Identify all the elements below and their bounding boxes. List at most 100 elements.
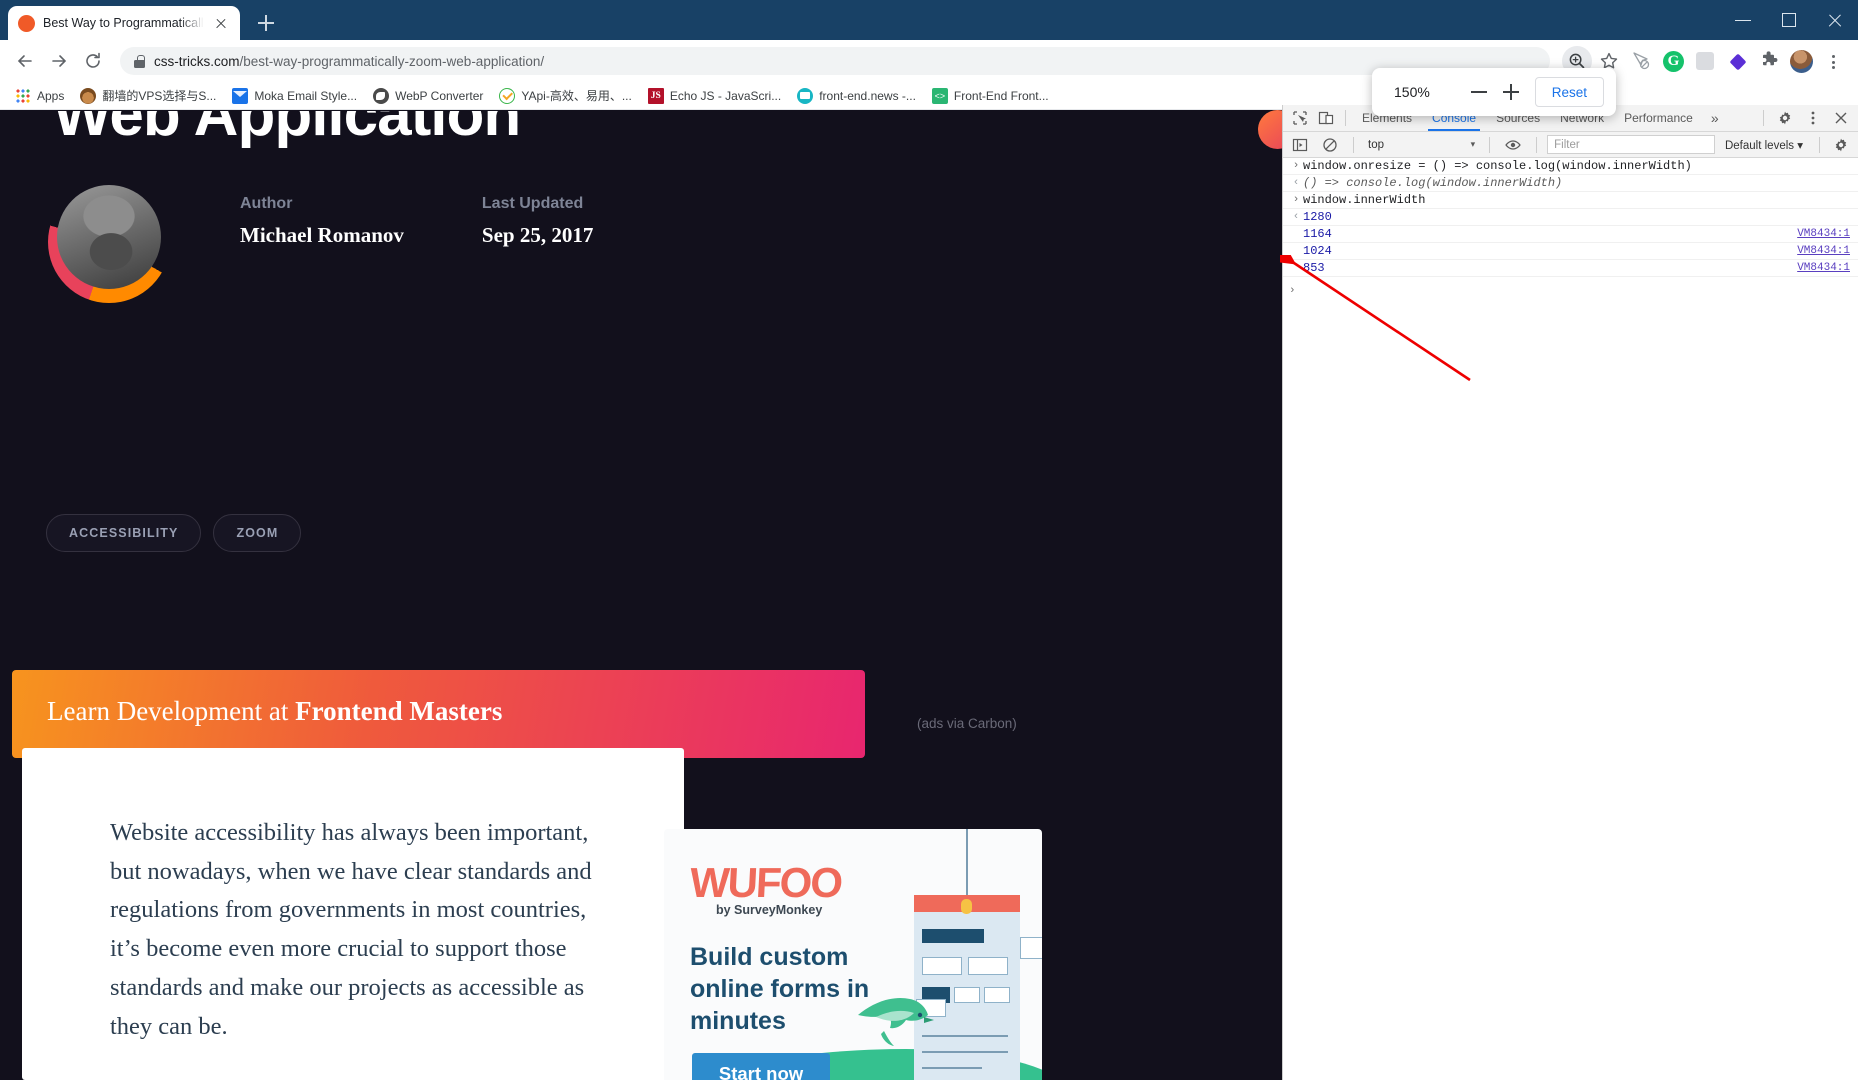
console-line-text: 1164 (1303, 227, 1332, 241)
bookmark-item-yapi[interactable]: YApi-高效、易用、... (492, 84, 638, 107)
console-prompt-caret: › (1289, 285, 1296, 297)
console-line[interactable]: 1164 VM8434:1 (1283, 226, 1858, 243)
apps-grid-icon (15, 87, 31, 104)
console-line-text: 1280 (1303, 210, 1332, 224)
vps-icon (80, 87, 97, 104)
tab-performance[interactable]: Performance (1614, 106, 1703, 131)
carbon-ad-wufoo[interactable]: WUFOO by SurveyMonkey Build custom onlin… (664, 829, 1042, 1080)
live-expression-eye-icon[interactable] (1500, 133, 1526, 157)
ad-form-field (954, 987, 980, 1003)
clear-console-icon[interactable] (1317, 133, 1343, 157)
divider (1763, 110, 1764, 126)
webp-icon (373, 87, 390, 104)
js-icon: JS (647, 87, 664, 104)
frontend-masters-banner[interactable]: Learn Development at Frontend Masters (12, 670, 865, 758)
diamond-extension-icon[interactable] (1722, 46, 1752, 76)
ad-wire-decoration (966, 829, 968, 905)
more-tabs-chevron-icon[interactable]: » (1703, 110, 1727, 126)
chrome-menu-kebab-icon[interactable] (1818, 46, 1848, 76)
page-title: Web Application (53, 111, 521, 149)
console-line[interactable]: ‹ () => console.log(window.innerWidth) (1283, 175, 1858, 192)
css-tricks-star-icon (18, 14, 35, 32)
bookmark-item-webp[interactable]: WebP Converter (366, 85, 490, 107)
address-bar-url: css-tricks.com/best-way-programmatically… (154, 54, 544, 69)
zoom-popup: 150% Reset (1372, 68, 1616, 116)
bookmark-item-echojs[interactable]: JS Echo JS - JavaScri... (641, 85, 788, 107)
author-avatar (48, 181, 170, 303)
forward-arrow-icon[interactable] (44, 46, 74, 76)
console-line[interactable]: ‹ 1280 (1283, 209, 1858, 226)
mail-icon (232, 87, 249, 104)
ad-cta-button[interactable]: Start now (692, 1053, 830, 1080)
console-line[interactable]: › window.innerWidth (1283, 192, 1858, 209)
bookmark-label: Moka Email Style... (254, 88, 358, 103)
console-filter-input[interactable]: Filter (1547, 135, 1715, 154)
profile-avatar-icon[interactable] (1786, 46, 1816, 76)
console-filter-placeholder: Filter (1554, 138, 1580, 151)
close-icon[interactable] (1812, 0, 1858, 40)
updated-block: Last Updated Sep 25, 2017 (482, 195, 593, 303)
banner-brand: Frontend Masters (295, 696, 503, 726)
console-line[interactable]: 1024 VM8434:1 (1283, 243, 1858, 260)
console-levels-dropdown[interactable]: Default levels ▾ (1719, 138, 1809, 152)
puzzle-extensions-icon[interactable] (1754, 46, 1784, 76)
chevron-down-icon: ▾ (1470, 139, 1476, 149)
bookmark-item-frontendnews[interactable]: front-end.news -... (790, 85, 923, 107)
carbon-ads-note: (ads via Carbon) (917, 716, 1017, 731)
banner-text: Learn Development at Frontend Masters (47, 696, 502, 727)
new-tab-button[interactable] (252, 9, 280, 37)
wufoo-sublogo: by SurveyMonkey (716, 903, 823, 917)
console-output[interactable]: › window.onresize = () => console.log(wi… (1283, 158, 1858, 301)
bookmark-label: YApi-高效、易用、... (521, 89, 632, 103)
ad-form-field (968, 957, 1008, 975)
bookmark-item-frontendfront[interactable]: <> Front-End Front... (925, 85, 1056, 107)
devtools-panel: Elements Console Sources Network Perform… (1282, 105, 1858, 1080)
inspect-element-icon[interactable] (1287, 106, 1313, 130)
tag-zoom[interactable]: ZOOM (213, 514, 302, 552)
bookmark-item-apps[interactable]: Apps (8, 85, 71, 107)
zoom-out-button[interactable] (1463, 76, 1495, 108)
grid-extension-icon[interactable] (1690, 46, 1720, 76)
back-arrow-icon[interactable] (10, 46, 40, 76)
last-updated-value: Sep 25, 2017 (481, 223, 594, 247)
maximize-icon[interactable] (1766, 0, 1812, 40)
console-line-text: 853 (1303, 261, 1325, 275)
reload-icon[interactable] (78, 46, 108, 76)
console-source-link[interactable]: VM8434:1 (1797, 245, 1850, 257)
zoom-reset-button[interactable]: Reset (1534, 77, 1604, 107)
gear-icon[interactable] (1828, 133, 1854, 157)
console-result-caret: ‹ (1292, 211, 1300, 223)
browser-tab[interactable]: Best Way to Programmatically (8, 6, 240, 40)
bookmark-item-moka[interactable]: Moka Email Style... (225, 85, 364, 107)
bookmark-label: Apps (37, 88, 65, 103)
divider (1345, 110, 1346, 126)
console-context-selector[interactable]: top ▾ (1364, 135, 1479, 154)
close-icon[interactable] (212, 14, 230, 32)
console-source-link[interactable]: VM8434:1 (1797, 262, 1850, 274)
bookmark-label: Echo JS - JavaScri... (669, 88, 782, 103)
article-content-card: Website accessibility has always been im… (22, 748, 684, 1080)
bookmark-label: 翻墙的VPS选择与S... (102, 89, 217, 103)
grammarly-extension-icon[interactable]: G (1658, 46, 1688, 76)
zoom-in-button[interactable] (1495, 76, 1527, 108)
address-bar[interactable]: css-tricks.com/best-way-programmatically… (120, 47, 1550, 75)
gear-icon[interactable] (1772, 106, 1798, 130)
kebab-icon[interactable] (1800, 106, 1826, 130)
console-context-value: top (1368, 138, 1384, 151)
close-icon[interactable] (1828, 106, 1854, 130)
bookmark-item-vps[interactable]: 翻墙的VPS选择与S... (73, 84, 223, 107)
frontend-news-icon (797, 87, 814, 104)
console-line[interactable]: 853 VM8434:1 (1283, 260, 1858, 277)
tag-accessibility[interactable]: ACCESSIBILITY (46, 514, 202, 552)
url-path: /best-way-programmatically-zoom-web-appl… (239, 53, 545, 69)
console-source-link[interactable]: VM8434:1 (1797, 228, 1850, 240)
console-line[interactable]: › window.onresize = () => console.log(wi… (1283, 158, 1858, 175)
minimize-icon[interactable] (1720, 0, 1766, 40)
author-value: Michael Romanov (240, 223, 404, 247)
ad-form-line (922, 1067, 982, 1069)
console-sidebar-icon[interactable] (1287, 133, 1313, 157)
console-prompt[interactable]: › (1283, 277, 1858, 301)
device-toolbar-icon[interactable] (1313, 106, 1339, 130)
cursor-blocked-icon[interactable] (1626, 46, 1656, 76)
console-input-caret: › (1292, 194, 1300, 206)
